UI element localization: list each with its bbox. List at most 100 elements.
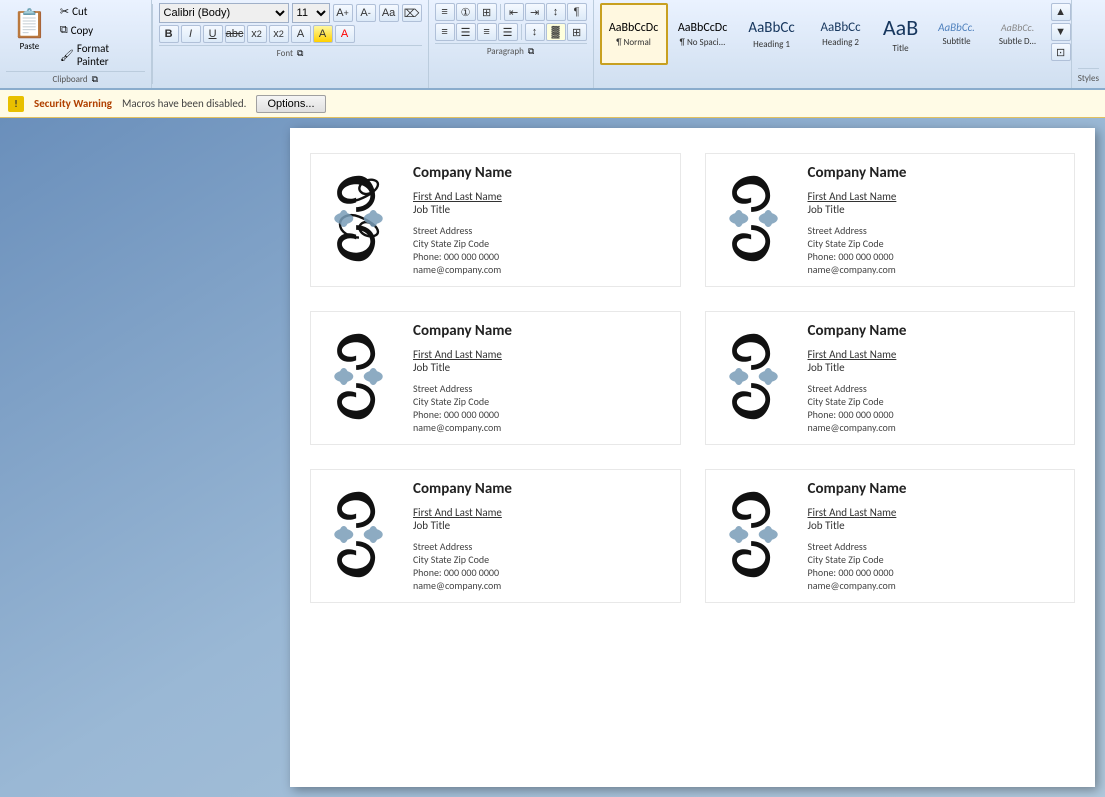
card-phone-2: Phone: 000 000 0000 — [808, 250, 907, 263]
security-warning-icon: ! — [8, 96, 24, 112]
business-card-4: Company Name First And Last Name Job Tit… — [705, 311, 1076, 445]
cut-icon: ✂ — [60, 5, 69, 18]
increase-indent-button[interactable]: ⇥ — [525, 3, 545, 21]
card-email-1: name@company.com — [413, 263, 512, 276]
card-info-4: Company Name First And Last Name Job Tit… — [808, 322, 907, 434]
sidebar-left — [0, 118, 290, 797]
font-expand-icon[interactable]: ⧉ — [297, 48, 303, 59]
card-phone-4: Phone: 000 000 0000 — [808, 408, 907, 421]
card-email-2: name@company.com — [808, 263, 907, 276]
card-company-name-2: Company Name — [808, 164, 907, 182]
cut-button[interactable]: ✂ Cut — [57, 4, 145, 19]
paragraph-expand-icon[interactable]: ⧉ — [528, 46, 534, 57]
copy-icon: ⧉ — [60, 23, 68, 37]
card-city-2: City State Zip Code — [808, 237, 907, 250]
styles-scroll-up-button[interactable]: ▲ — [1051, 3, 1071, 21]
business-card-6: Company Name First And Last Name Job Tit… — [705, 469, 1076, 603]
font-color-button[interactable]: A — [335, 25, 355, 43]
card-logo-4 — [716, 329, 796, 428]
card-email-4: name@company.com — [808, 421, 907, 434]
business-card-1: Company Name First And Last Name Job Tit… — [310, 153, 681, 287]
align-left-button[interactable]: ≡ — [435, 23, 455, 41]
card-city-3: City State Zip Code — [413, 395, 512, 408]
shading-button[interactable]: ▓ — [546, 23, 566, 41]
clipboard-label: Clipboard — [52, 74, 87, 85]
text-effects-button[interactable]: A — [291, 25, 311, 43]
paragraph-label: Paragraph — [487, 46, 524, 57]
card-info-3: Company Name First And Last Name Job Tit… — [413, 322, 512, 434]
business-card-5: Company Name First And Last Name Job Tit… — [310, 469, 681, 603]
format-painter-button[interactable]: 🖌 Format Painter — [57, 41, 145, 69]
copy-button[interactable]: ⧉ Copy — [57, 22, 145, 38]
card-phone-1: Phone: 000 000 0000 — [413, 250, 512, 263]
card-info-2: Company Name First And Last Name Job Tit… — [808, 164, 907, 276]
card-job-title-1: Job Title — [413, 203, 512, 216]
multilevel-list-button[interactable]: ⊞ — [477, 3, 497, 21]
card-street-2: Street Address — [808, 224, 907, 237]
options-button[interactable]: Options... — [256, 95, 325, 113]
align-right-button[interactable]: ≡ — [477, 23, 497, 41]
styles-scroll-down-button[interactable]: ▼ — [1051, 23, 1071, 41]
change-case-button[interactable]: Aa — [379, 4, 399, 22]
bullets-button[interactable]: ≡ — [435, 3, 455, 21]
paste-button[interactable]: 📋 Paste — [6, 4, 53, 69]
styles-more-button[interactable]: ⊡ — [1051, 43, 1071, 61]
card-phone-3: Phone: 000 000 0000 — [413, 408, 512, 421]
card-info-5: Company Name First And Last Name Job Tit… — [413, 480, 512, 592]
card-email-3: name@company.com — [413, 421, 512, 434]
numbering-button[interactable]: ① — [456, 3, 476, 21]
style-no-spacing-button[interactable]: AaBbCcDc ¶ No Spaci... — [669, 3, 737, 65]
card-street-5: Street Address — [413, 540, 512, 553]
style-subtitle-button[interactable]: AaBbCc. Subtitle — [927, 3, 987, 65]
justify-button[interactable]: ☰ — [498, 23, 518, 41]
line-spacing-button[interactable]: ↕ — [525, 23, 545, 41]
bold-button[interactable]: B — [159, 25, 179, 43]
font-label: Font — [277, 48, 293, 59]
format-painter-icon: 🖌 — [60, 49, 74, 62]
decrease-indent-button[interactable]: ⇤ — [504, 3, 524, 21]
card-email-5: name@company.com — [413, 579, 512, 592]
font-family-select[interactable]: Calibri (Body) — [159, 3, 289, 23]
subscript-button[interactable]: x2 — [247, 25, 267, 43]
clear-formatting-button[interactable]: ⌦ — [402, 4, 422, 22]
clipboard-expand-icon[interactable]: ⧉ — [92, 74, 98, 85]
document-page: Company Name First And Last Name Job Tit… — [290, 128, 1095, 787]
font-grow-button[interactable]: A+ — [333, 4, 353, 22]
sort-button[interactable]: ↕ — [546, 3, 566, 21]
card-company-name-3: Company Name — [413, 322, 512, 340]
align-center-button[interactable]: ☰ — [456, 23, 476, 41]
style-title-button[interactable]: AaB Title — [876, 3, 926, 65]
card-info-1: Company Name First And Last Name Job Tit… — [413, 164, 512, 276]
text-highlight-button[interactable]: A — [313, 25, 333, 43]
underline-button[interactable]: U — [203, 25, 223, 43]
card-contact-name-4: First And Last Name — [808, 348, 907, 361]
paragraph-group: ≡ ① ⊞ ⇤ ⇥ ↕ ¶ ≡ ☰ ≡ ☰ ↕ ▓ ⊞ Paragraph ⧉ — [429, 0, 594, 88]
card-job-title-6: Job Title — [808, 519, 907, 532]
strikethrough-button[interactable]: abc — [225, 25, 245, 43]
card-street-1: Street Address — [413, 224, 512, 237]
borders-button[interactable]: ⊞ — [567, 23, 587, 41]
card-contact-name-6: First And Last Name — [808, 506, 907, 519]
card-job-title-5: Job Title — [413, 519, 512, 532]
italic-button[interactable]: I — [181, 25, 201, 43]
card-company-name-6: Company Name — [808, 480, 907, 498]
style-heading2-button[interactable]: AaBbCc Heading 2 — [807, 3, 875, 65]
card-company-name-1: Company Name — [413, 164, 512, 182]
font-size-select[interactable]: 11 — [292, 3, 330, 23]
card-city-6: City State Zip Code — [808, 553, 907, 566]
style-normal-button[interactable]: AaBbCcDc ¶ Normal — [600, 3, 668, 65]
card-street-4: Street Address — [808, 382, 907, 395]
card-email-6: name@company.com — [808, 579, 907, 592]
style-subtle-emp-button[interactable]: AaBbCc. Subtle D... — [988, 3, 1048, 65]
card-logo-3 — [321, 329, 401, 428]
show-marks-button[interactable]: ¶ — [567, 3, 587, 21]
superscript-button[interactable]: x2 — [269, 25, 289, 43]
card-job-title-4: Job Title — [808, 361, 907, 374]
styles-group: AaBbCcDc ¶ Normal AaBbCcDc ¶ No Spaci...… — [594, 0, 1072, 88]
font-shrink-button[interactable]: A- — [356, 4, 376, 22]
card-street-6: Street Address — [808, 540, 907, 553]
card-street-3: Street Address — [413, 382, 512, 395]
style-heading1-button[interactable]: AaBbCc Heading 1 — [738, 3, 806, 65]
security-warning-label: Security Warning — [34, 97, 112, 110]
styles-label: Styles — [1078, 73, 1099, 84]
